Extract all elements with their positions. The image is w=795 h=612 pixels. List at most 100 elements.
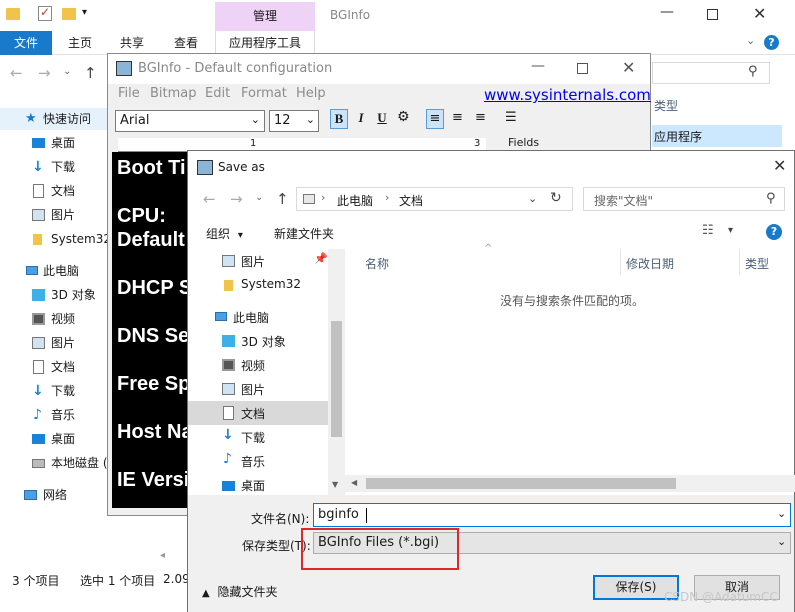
close-icon[interactable]: ✕ [753, 4, 766, 23]
nav-system32[interactable]: System32 [188, 273, 328, 297]
nav-videos[interactable]: 视频 [0, 308, 110, 330]
nav-scrollbar[interactable]: ▼ [328, 249, 345, 495]
dialog-search-box[interactable]: 搜索"文档" ⚲ [583, 187, 785, 211]
nav-pictures[interactable]: 图片 [188, 377, 328, 401]
breadcrumb[interactable]: › 此电脑 › 文档 ⌄ ↻ [296, 187, 573, 211]
nav-desktop[interactable]: 桌面 [188, 473, 328, 495]
align-right-icon[interactable]: ≡ [475, 110, 486, 125]
scroll-left-icon[interactable]: ◀ [351, 478, 357, 487]
filename-input[interactable]: bginfo ⌄ [313, 503, 791, 527]
organize-button[interactable]: 组织 ▾ [206, 225, 243, 242]
nav-pc-pictures[interactable]: 图片 [0, 332, 110, 354]
tab-view[interactable]: 查看 [164, 31, 208, 55]
nav-downloads[interactable]: ↓ 下载 [188, 425, 328, 449]
nav-3d-objects[interactable]: 3D 对象 [0, 284, 110, 306]
view-options-icon[interactable]: ☷ [702, 223, 714, 238]
refresh-icon[interactable]: ↻ [550, 190, 562, 206]
tab-file[interactable]: 文件 [0, 31, 52, 55]
nav-this-pc[interactable]: 此电脑 [0, 260, 110, 282]
help-icon[interactable]: ? [764, 35, 779, 50]
menu-help[interactable]: Help [296, 86, 326, 101]
nav-pc-documents[interactable]: 文档 [0, 356, 110, 378]
font-size-select[interactable]: 12 ⌄ [269, 110, 319, 132]
nav-local-disk[interactable]: 本地磁盘 (C:) [0, 452, 125, 474]
breadcrumb-documents[interactable]: 文档 [399, 192, 423, 209]
chevron-down-icon[interactable]: ⌄ [777, 507, 786, 520]
new-folder-icon[interactable] [62, 8, 76, 20]
tab-home[interactable]: 主页 [58, 31, 102, 55]
align-left-button[interactable]: ≡ [426, 109, 444, 129]
search-icon[interactable]: ⚲ [748, 64, 758, 79]
nav-this-pc[interactable]: 此电脑 [188, 305, 328, 329]
menu-format[interactable]: Format [241, 86, 287, 101]
ribbon-expand-icon[interactable]: ⌄ [746, 34, 755, 47]
insert-image-icon[interactable]: ⚙ [397, 109, 410, 125]
font-name-select[interactable]: Arial ⌄ [115, 110, 265, 132]
list-icon[interactable]: ☰ [505, 110, 517, 125]
column-type[interactable]: 类型 [654, 97, 678, 114]
menu-bitmap[interactable]: Bitmap [150, 86, 197, 101]
bginfo-close-icon[interactable]: ✕ [622, 58, 635, 77]
nav-documents[interactable]: 文档 [188, 401, 328, 425]
align-center-icon[interactable]: ≡ [452, 110, 463, 125]
nav-pictures[interactable]: 图片 [0, 204, 110, 226]
list-hscrollbar[interactable]: ◀ [345, 475, 795, 492]
nav-3d-objects[interactable]: 3D 对象 [188, 329, 328, 353]
document-icon [33, 360, 44, 374]
minimize-icon[interactable]: — [660, 4, 674, 20]
dialog-close-icon[interactable]: ✕ [773, 156, 786, 175]
scroll-left-icon[interactable]: ◂ [160, 550, 165, 561]
nav-system32[interactable]: System32 [0, 228, 111, 250]
back-arrow-icon[interactable]: ← [10, 64, 23, 82]
nav-documents[interactable]: 文档 [0, 180, 110, 202]
view-dropdown-icon[interactable]: ▾ [728, 225, 733, 236]
preview-line: Boot Ti [117, 157, 186, 179]
column-type[interactable]: 类型 [745, 255, 769, 272]
underline-button[interactable]: U [373, 109, 391, 129]
italic-button[interactable]: I [352, 109, 370, 129]
maximize-icon[interactable] [707, 9, 718, 20]
breadcrumb-this-pc[interactable]: 此电脑 [337, 192, 373, 209]
menu-file[interactable]: File [118, 86, 140, 101]
chevron-down-icon[interactable]: ⌄ [528, 192, 537, 205]
context-tab-manage[interactable]: 管理 [215, 2, 315, 31]
nav-scrollbar-thumb[interactable] [331, 321, 342, 437]
bold-button[interactable]: B [330, 109, 348, 129]
tab-share[interactable]: 共享 [110, 31, 154, 55]
column-modified[interactable]: 修改日期 [626, 255, 674, 272]
properties-icon[interactable]: ✓ [38, 5, 52, 21]
sysinternals-link[interactable]: www.sysinternals.com [484, 86, 651, 104]
up-arrow-icon[interactable]: ↑ [84, 64, 97, 82]
nav-pinned-pictures[interactable]: 图片 📌 [188, 249, 328, 273]
recent-dropdown-icon[interactable]: ⌄ [255, 192, 263, 203]
menu-edit[interactable]: Edit [205, 86, 230, 101]
nav-desktop[interactable]: 桌面 [0, 132, 110, 154]
new-folder-button[interactable]: 新建文件夹 [274, 225, 334, 242]
chevron-down-icon: ⌄ [250, 113, 260, 126]
nav-videos[interactable]: 视频 [188, 353, 328, 377]
nav-pc-downloads[interactable]: ↓ 下载 [0, 380, 110, 402]
scroll-down-icon[interactable]: ▼ [332, 480, 338, 489]
forward-arrow-icon[interactable]: → [38, 64, 51, 82]
bginfo-maximize-icon[interactable] [577, 63, 588, 74]
bginfo-minimize-icon[interactable]: — [531, 58, 545, 74]
selected-row-type[interactable]: 应用程序 [652, 125, 782, 147]
list-hscrollbar-thumb[interactable] [366, 478, 676, 489]
up-arrow-icon[interactable]: ↑ [276, 190, 289, 208]
nav-network[interactable]: 网络 [0, 484, 110, 506]
help-icon[interactable]: ? [766, 224, 782, 240]
back-arrow-icon[interactable]: ← [203, 190, 216, 208]
recent-dropdown-icon[interactable]: ⌄ [63, 66, 71, 77]
forward-arrow-icon[interactable]: → [230, 190, 243, 208]
nav-quick-access[interactable]: ★ 快速访问 [0, 108, 110, 130]
pin-icon: 📌 [314, 252, 328, 265]
bginfo-preview[interactable]: Boot Ti CPU: Default DHCP S DNS Se Free … [112, 152, 188, 508]
nav-downloads[interactable]: ↓ 下载 [0, 156, 110, 178]
nav-pc-desktop[interactable]: 桌面 [0, 428, 110, 450]
tab-app-tools[interactable]: 应用程序工具 [215, 31, 315, 55]
column-name[interactable]: 名称 [365, 255, 389, 272]
nav-music[interactable]: ♪ 音乐 [0, 404, 110, 426]
nav-music[interactable]: ♪ 音乐 [188, 449, 328, 473]
qat-dropdown-icon[interactable]: ▾ [82, 7, 87, 18]
hide-folders-toggle[interactable]: ▲ 隐藏文件夹 [202, 583, 278, 600]
